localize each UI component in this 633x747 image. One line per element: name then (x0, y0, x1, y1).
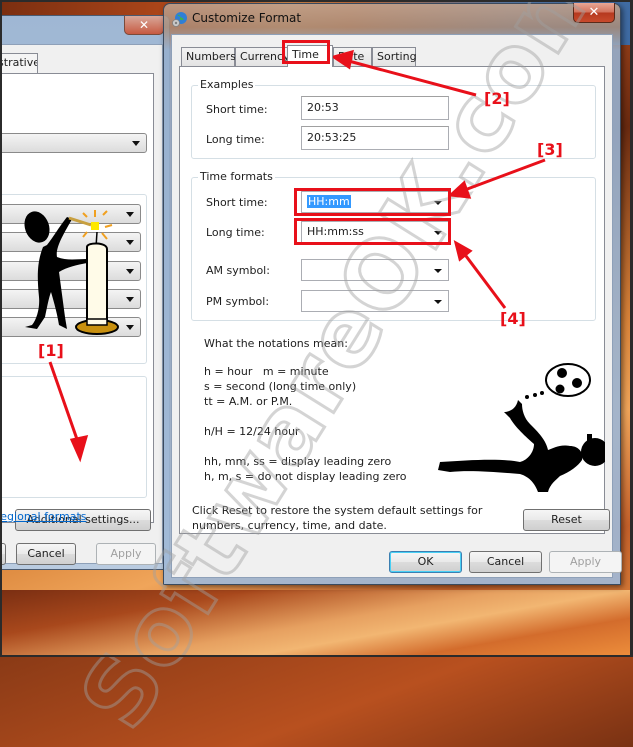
soccer-player-illustration (438, 363, 605, 492)
example-short-time-label: Short time: (206, 103, 268, 116)
notation-line-hour-minute: h = hour m = minute (204, 365, 329, 378)
dots-trail-icon (525, 391, 544, 399)
am-symbol-combo[interactable] (301, 259, 449, 281)
ok-button[interactable]: OK (389, 551, 462, 573)
dialog-body: Numbers Currency Time Date Sorting Examp… (171, 34, 622, 578)
region-window-close-button[interactable]: ✕ (124, 16, 164, 35)
time-tab-panel: Examples Short time: 20:53 Long time: 20… (179, 66, 610, 534)
region-tab-panel: Additional settings... (0, 73, 154, 531)
tab-date[interactable]: Date (333, 47, 372, 66)
callout-4: [4] (500, 309, 526, 328)
short-time-highlight-box (294, 188, 451, 216)
tab-currency[interactable]: Currency (235, 47, 290, 66)
callout-2: [2] (484, 89, 510, 108)
chevron-down-icon (434, 269, 442, 273)
notation-line-12-24: h/H = 12/24 hour (204, 425, 300, 438)
example-short-time-field: 20:53 (301, 96, 449, 120)
chevron-down-icon (434, 300, 442, 304)
cancel-button-bg[interactable]: Cancel (16, 543, 76, 565)
am-symbol-label: AM symbol: (206, 264, 270, 277)
pm-symbol-combo[interactable] (301, 290, 449, 312)
examples-group (0, 376, 147, 498)
time-formats-group-label: Time formats (198, 170, 275, 183)
pm-symbol-label: PM symbol: (206, 295, 270, 308)
notation-line-second: s = second (long time only) (204, 380, 357, 393)
candle-lighter-illustration (24, 210, 119, 335)
tab-numbers[interactable]: Numbers (181, 47, 236, 66)
reset-button[interactable]: Reset (523, 509, 610, 531)
time-tab-highlight-box (282, 40, 330, 64)
example-long-time-field: 20:53:25 (301, 126, 449, 150)
long-time-label: Long time: (206, 226, 265, 239)
examples-group: Examples Short time: 20:53 Long time: 20… (191, 78, 596, 159)
customize-format-dialog: Customize Format ✕ Numbers Currency Time… (163, 3, 622, 585)
ok-button-bg[interactable] (0, 543, 6, 565)
region-window-content: istrative (0, 44, 163, 565)
kicking-player-silhouette-icon (438, 400, 605, 492)
reset-description-line2: numbers, currency, time, and date. (192, 519, 387, 532)
notation-line-no-leading-zero: h, m, s = do not display leading zero (204, 470, 407, 483)
format-combo[interactable] (0, 133, 147, 153)
examples-group-label: Examples (198, 78, 256, 91)
region-window: ✕ istrative (0, 15, 170, 570)
close-button[interactable]: ✕ (573, 3, 615, 23)
dialog-title: Customize Format (192, 11, 302, 25)
example-long-time-label: Long time: (206, 133, 265, 146)
desktop-wallpaper-bottom (0, 590, 633, 657)
notations-heading: What the notations mean: (204, 337, 348, 350)
callout-3: [3] (537, 140, 563, 159)
globe-settings-icon (172, 12, 187, 27)
regional-formats-link[interactable]: regional formats (0, 510, 87, 523)
short-time-label: Short time: (206, 196, 268, 209)
candle-icon (75, 231, 119, 335)
notation-line-leading-zero: hh, mm, ss = display leading zero (204, 455, 392, 468)
tab-sorting[interactable]: Sorting (372, 47, 417, 66)
apply-button-bg[interactable]: Apply (96, 543, 156, 565)
reset-description-line1: Click Reset to restore the system defaul… (192, 504, 483, 517)
soccer-ball-icon (545, 363, 591, 397)
cancel-button[interactable]: Cancel (469, 551, 542, 573)
person-silhouette-icon (24, 211, 92, 329)
chevron-down-icon (132, 141, 140, 146)
long-time-highlight-box (294, 218, 451, 245)
tab-administrative[interactable]: istrative (0, 53, 38, 73)
callout-1: [1] (38, 341, 64, 360)
apply-button[interactable]: Apply (549, 551, 622, 573)
notation-line-ampm: tt = A.M. or P.M. (204, 395, 293, 408)
